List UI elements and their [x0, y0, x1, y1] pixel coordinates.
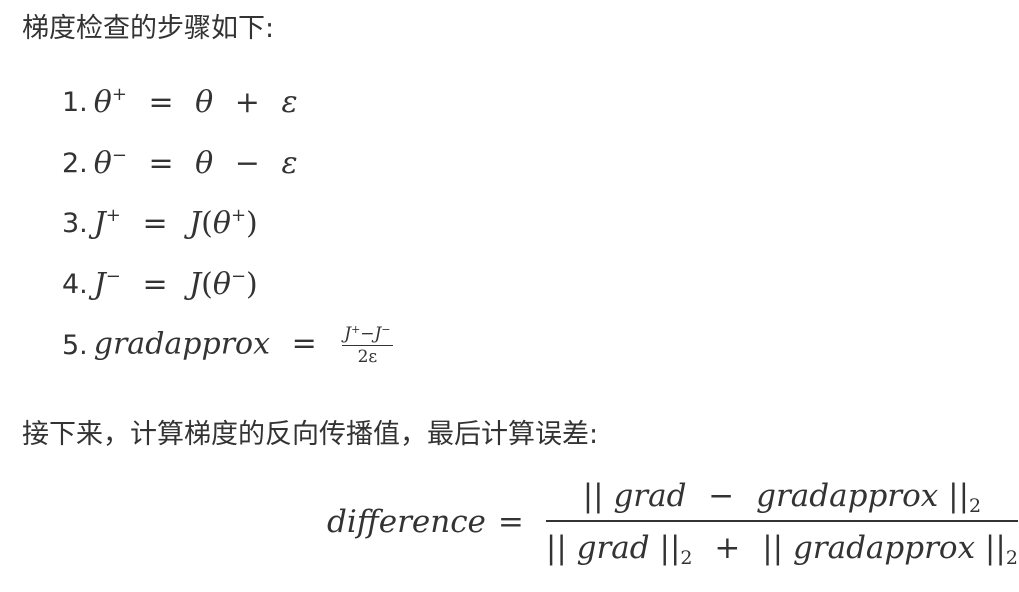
difference-formula: difference = || grad − gradapprox ||2 ||…: [327, 478, 1018, 569]
equals-sign: =: [291, 326, 317, 361]
step-formula: J− = J(θ−): [94, 267, 258, 302]
after-text: 接下来，计算梯度的反向传播值，最后计算误差:: [22, 419, 599, 450]
numerator-sup-b: −: [381, 322, 391, 336]
formula-lhs: difference: [327, 504, 486, 540]
fraction-denominator: || grad ||2 + || gradapprox ||2: [545, 522, 1018, 569]
paren-close: ): [246, 205, 258, 241]
fraction: J+−J− 2ε: [342, 324, 393, 367]
norm-bar-left: ||: [762, 530, 784, 566]
argument-sup: +: [230, 204, 247, 226]
equals-sign: =: [148, 145, 174, 181]
rhs-var-a: θ: [195, 145, 214, 181]
norm-bar-right: ||: [659, 530, 681, 566]
lhs-var: gradapprox: [93, 326, 271, 361]
step-formula: J+ = J(θ+): [94, 206, 258, 241]
argument: θ: [212, 266, 231, 302]
operator: −: [234, 145, 260, 181]
norm-bar-left: ||: [582, 478, 604, 514]
paren-open: (: [201, 266, 213, 302]
fraction-numerator: J+−J−: [342, 324, 392, 345]
page: 梯度检查的步骤如下: 1. θ+ = θ + ε 2. θ− = θ − ε 3…: [0, 0, 1019, 592]
norm-subscript: 2: [1005, 547, 1018, 569]
lhs-sup: −: [111, 144, 127, 166]
step-formula: θ− = θ − ε: [94, 146, 298, 181]
paren-open: (: [201, 205, 213, 241]
rhs-var-b: ε: [281, 84, 298, 120]
lhs-var: J: [93, 266, 106, 302]
step-number: 1.: [62, 86, 88, 118]
norm-subscript: 2: [969, 495, 982, 517]
argument-sup: −: [230, 265, 247, 287]
lhs-var: θ: [93, 84, 112, 120]
paren-close: ): [246, 266, 258, 302]
step-2: 2. θ− = θ − ε: [62, 141, 298, 185]
fraction-numerator: || grad − gradapprox ||2: [575, 478, 989, 520]
lhs-sup: +: [111, 83, 127, 105]
numerator-operator: −: [360, 323, 375, 344]
step-1: 1. θ+ = θ + ε: [62, 80, 298, 124]
function-name: J: [189, 266, 202, 302]
lhs-var: θ: [93, 145, 112, 181]
fraction: || grad − gradapprox ||2 || grad ||2 + |…: [545, 478, 1018, 569]
numerator-term-a: grad: [613, 478, 687, 514]
step-formula: θ+ = θ + ε: [94, 85, 298, 120]
argument: θ: [212, 205, 231, 241]
norm-bar-right: ||: [948, 478, 970, 514]
step-number: 2.: [62, 147, 88, 179]
operator: +: [234, 84, 260, 120]
rhs-var-b: ε: [281, 145, 298, 181]
norm-bar-right: ||: [984, 530, 1006, 566]
step-4: 4. J− = J(θ−): [62, 262, 258, 306]
step-3: 3. J+ = J(θ+): [62, 201, 258, 245]
numerator-sup-a: +: [351, 322, 361, 336]
equals-sign: =: [142, 266, 168, 302]
lhs-sup: −: [105, 265, 121, 287]
step-number: 5.: [62, 329, 88, 361]
intro-text: 梯度检查的步骤如下:: [22, 13, 275, 44]
denominator-term-b: gradapprox: [792, 530, 976, 566]
function-name: J: [189, 205, 202, 241]
lhs-var: J: [93, 205, 106, 241]
rhs-var-a: θ: [195, 84, 214, 120]
fraction-denominator: 2ε: [357, 346, 378, 367]
denominator-operator: +: [714, 530, 741, 566]
step-formula: gradapprox = J+−J− 2ε: [94, 324, 393, 367]
lhs-sup: +: [105, 204, 121, 226]
step-5: 5. gradapprox = J+−J− 2ε: [62, 323, 393, 367]
numerator-term-b: gradapprox: [756, 478, 939, 514]
denominator-term-a: grad: [576, 530, 650, 566]
norm-subscript: 2: [680, 547, 693, 569]
numerator-operator: −: [708, 478, 735, 514]
step-number: 4.: [62, 268, 88, 300]
equals-sign: =: [142, 205, 168, 241]
equals-sign: =: [148, 84, 174, 120]
step-number: 3.: [62, 207, 88, 239]
norm-bar-left: ||: [545, 530, 567, 566]
equals-sign: =: [497, 504, 524, 540]
